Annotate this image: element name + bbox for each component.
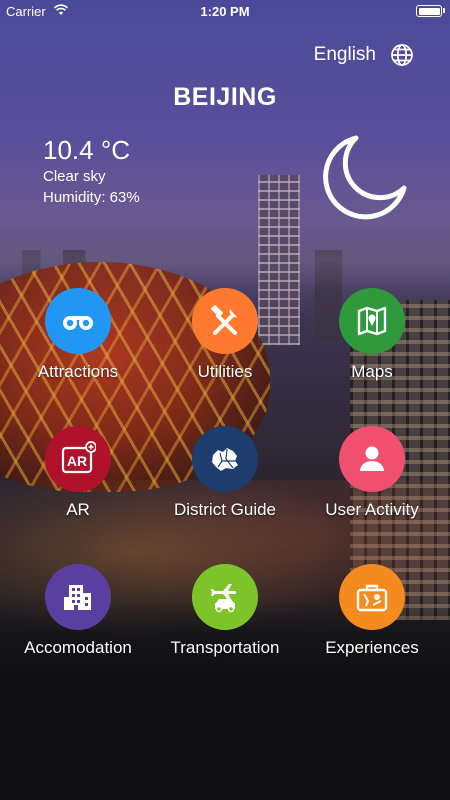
tools-icon [211, 305, 237, 335]
tile-label: District Guide [173, 500, 277, 519]
tile-circle [192, 426, 258, 492]
tile-circle [339, 564, 405, 630]
tile-transportation[interactable]: Transportation [155, 564, 295, 658]
tile-circle [192, 288, 258, 354]
tile-label: Attractions [37, 362, 119, 381]
tile-circle: AR [45, 426, 111, 492]
svg-text:AR: AR [67, 453, 87, 469]
language-selector[interactable]: English [314, 43, 414, 67]
tile-experiences[interactable]: Experiences [302, 564, 442, 658]
weather-panel: 10.4 °C Clear sky Humidity: 63% [43, 134, 140, 206]
tile-label: Accomodation [24, 638, 132, 657]
tile-ar[interactable]: AR AR [8, 426, 148, 520]
tile-maps[interactable]: Maps [302, 288, 442, 382]
tile-label: Maps [351, 362, 393, 381]
tile-circle [45, 564, 111, 630]
moon-icon [323, 135, 407, 220]
battery-icon [416, 5, 442, 17]
tile-label: AR [66, 500, 90, 519]
tile-circle [45, 288, 111, 354]
tile-attractions[interactable]: Attractions [8, 288, 148, 382]
suitcase-icon [356, 584, 388, 612]
plane-car-icon [211, 584, 237, 613]
humidity: Humidity: 63% [43, 189, 140, 206]
tile-label: Utilities [197, 362, 253, 381]
tile-utilities[interactable]: Utilities [155, 288, 295, 382]
tile-label: User Activity [325, 500, 419, 519]
clock: 1:20 PM [200, 4, 250, 19]
tile-circle [339, 426, 405, 492]
tile-district-guide[interactable]: District Guide [155, 426, 295, 520]
tile-label: Experiences [325, 638, 419, 657]
map-icon [357, 306, 387, 336]
status-bar: Carrier 1:20 PM [0, 0, 450, 24]
tile-accomodation[interactable]: Accomodation [8, 564, 148, 658]
binoculars-icon [63, 316, 93, 330]
background-scene [0, 0, 450, 800]
ar-icon: AR [61, 441, 96, 474]
district-map-icon [212, 448, 238, 471]
tile-label: Transportation [170, 638, 280, 657]
globe-icon [391, 44, 413, 66]
building-icon [64, 585, 91, 610]
user-icon [360, 446, 384, 471]
language-label: English [313, 44, 376, 65]
battery-tip [443, 8, 445, 13]
tile-user-activity[interactable]: User Activity [302, 426, 442, 520]
weather-condition: Clear sky [43, 168, 106, 185]
tile-circle [192, 564, 258, 630]
city-title: BEIJING [173, 83, 277, 111]
temperature: 10.4 °C [43, 135, 131, 165]
tile-circle [339, 288, 405, 354]
